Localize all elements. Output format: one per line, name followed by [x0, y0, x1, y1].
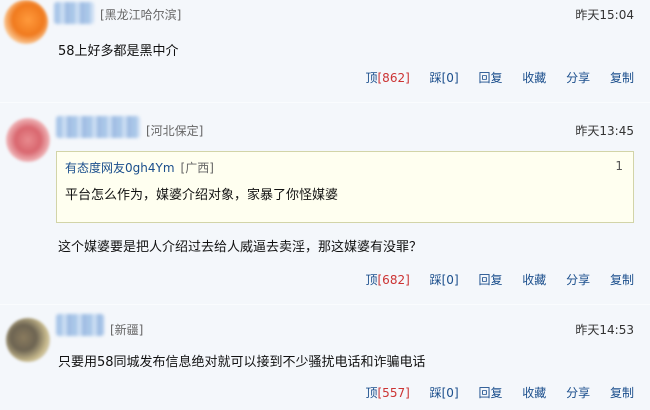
- quote-location: [广西]: [180, 161, 214, 175]
- reply-button[interactable]: 回复: [478, 386, 502, 400]
- username-blurred[interactable]: [54, 2, 94, 24]
- save-button[interactable]: 收藏: [522, 386, 546, 400]
- user-location: [黑龙江哈尔滨]: [100, 8, 182, 22]
- timestamp: 昨天13:45: [575, 124, 634, 138]
- quote-text: 平台怎么作为，媒婆介绍对象，家暴了你怪媒婆: [65, 188, 339, 203]
- reply-button[interactable]: 回复: [478, 71, 502, 85]
- copy-button[interactable]: 复制: [610, 386, 634, 400]
- save-button[interactable]: 收藏: [522, 71, 546, 85]
- save-button[interactable]: 收藏: [522, 273, 546, 287]
- comment-actions: 顶[682] 踩[0] 回复 收藏 分享 复制: [349, 271, 634, 288]
- downvote-button[interactable]: 踩[0]: [430, 71, 459, 85]
- quote-header: 有态度网友0gh4Ym [广西]: [65, 159, 214, 176]
- avatar[interactable]: [6, 118, 50, 162]
- comment-actions: 顶[862] 踩[0] 回复 收藏 分享 复制: [349, 69, 634, 86]
- upvote-button[interactable]: 顶[557]: [365, 386, 409, 400]
- comment-divider: [0, 102, 650, 103]
- comment-actions: 顶[557] 踩[0] 回复 收藏 分享 复制: [349, 384, 634, 401]
- quote-username[interactable]: 有态度网友0gh4Ym: [65, 161, 175, 175]
- comment-text: 只要用58同城发布信息绝对就可以接到不少骚扰电话和诈骗电话: [58, 355, 426, 370]
- comment-text: 58上好多都是黑中介: [58, 44, 179, 59]
- avatar[interactable]: [4, 0, 48, 44]
- upvote-button[interactable]: 顶[862]: [365, 71, 409, 85]
- copy-button[interactable]: 复制: [610, 71, 634, 85]
- quote-floor-number: 1: [615, 159, 623, 173]
- username-blurred[interactable]: [56, 116, 140, 138]
- comment-text: 这个媒婆要是把人介绍过去给人威逼去卖淫，那这媒婆有没罪？: [58, 240, 423, 255]
- user-location: [河北保定]: [146, 124, 204, 138]
- user-location: [新疆]: [110, 323, 144, 337]
- copy-button[interactable]: 复制: [610, 273, 634, 287]
- share-button[interactable]: 分享: [566, 71, 590, 85]
- comment-divider: [0, 304, 650, 305]
- upvote-button[interactable]: 顶[682]: [365, 273, 409, 287]
- quoted-comment: 有态度网友0gh4Ym [广西] 1 平台怎么作为，媒婆介绍对象，家暴了你怪媒婆: [56, 151, 634, 223]
- downvote-button[interactable]: 踩[0]: [430, 386, 459, 400]
- timestamp: 昨天15:04: [575, 8, 634, 22]
- share-button[interactable]: 分享: [566, 273, 590, 287]
- reply-button[interactable]: 回复: [478, 273, 502, 287]
- timestamp: 昨天14:53: [575, 323, 634, 337]
- username-blurred[interactable]: [56, 314, 104, 336]
- avatar[interactable]: [6, 318, 50, 362]
- share-button[interactable]: 分享: [566, 386, 590, 400]
- downvote-button[interactable]: 踩[0]: [430, 273, 459, 287]
